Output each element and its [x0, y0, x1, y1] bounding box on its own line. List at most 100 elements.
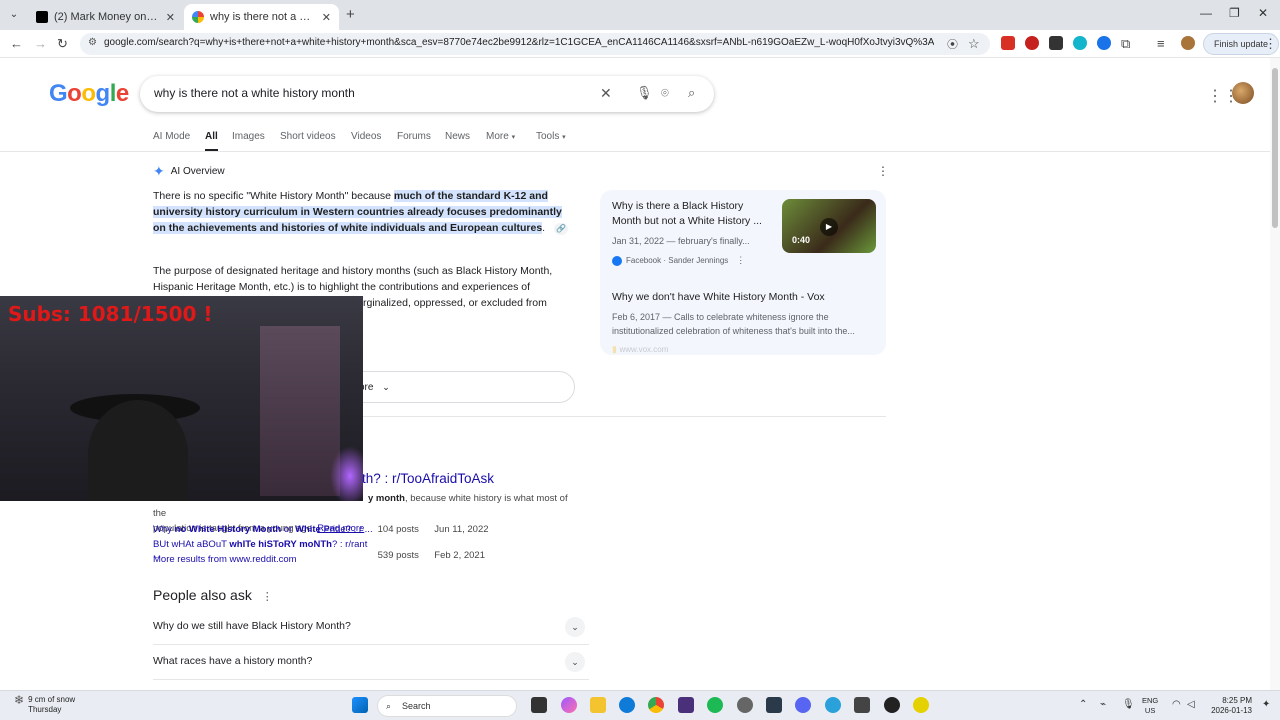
tab-videos[interactable]: Videos [351, 131, 381, 142]
link-text: Why [153, 524, 175, 535]
more-results-link[interactable]: More results from www.reddit.com [153, 554, 297, 565]
page-scrollbar[interactable] [1270, 58, 1280, 690]
video-thumbnail[interactable]: ▶ 0:40 [782, 199, 876, 253]
clear-search-icon[interactable]: ✕ [600, 85, 612, 102]
obs-icon[interactable] [884, 697, 900, 713]
volume-icon[interactable]: ◁ [1187, 699, 1195, 710]
close-tab-icon[interactable]: ✕ [322, 11, 331, 24]
task-view-icon[interactable] [531, 697, 547, 713]
tab-title: why is there not a white histor [210, 11, 316, 23]
back-arrow-icon[interactable]: ← [10, 36, 23, 51]
question-text: Why do we still have Black History Month… [153, 620, 351, 632]
app-icon[interactable] [766, 697, 782, 713]
wifi-icon[interactable]: ◠ [1172, 699, 1181, 710]
tab-forums[interactable]: Forums [397, 131, 431, 142]
source-meta: Jan 31, 2022 — february's finally... [612, 236, 750, 246]
tab-tools[interactable]: Tools ▾ [536, 131, 566, 142]
extension-icon[interactable] [1097, 36, 1111, 50]
facebook-icon [612, 255, 622, 266]
tab-news[interactable]: News [445, 131, 470, 142]
close-window-icon[interactable]: ✕ [1258, 6, 1268, 20]
browser-menu-icon[interactable]: ⋮ [1264, 36, 1277, 52]
reading-list-icon[interactable]: ≡ [1157, 36, 1165, 51]
restore-icon[interactable]: ❐ [1229, 6, 1240, 20]
more-options-icon[interactable]: ⋮ [877, 164, 889, 178]
post-date: Feb 2, 2021 [434, 550, 485, 561]
browser-tab-google[interactable]: why is there not a white histor ✕ [184, 4, 339, 30]
paa-question[interactable]: What races have a history month? ⌄ [153, 646, 589, 680]
spotify-icon[interactable] [707, 697, 723, 713]
puzzle-extensions-icon[interactable]: ⧉ [1121, 36, 1130, 52]
browser-tab-x[interactable]: (2) Mark Money on X: "Rare fo ✕ [28, 4, 183, 30]
taskbar-search[interactable]: ⌕ Search [377, 695, 517, 717]
file-explorer-icon[interactable] [590, 697, 606, 713]
microphone-icon[interactable]: 🎙 [1122, 699, 1135, 710]
microphone-icon[interactable]: 🎙 [636, 85, 653, 101]
tab-search-chevron-icon[interactable]: ⌄ [6, 7, 22, 23]
link-icon[interactable]: 🔗 [554, 223, 569, 235]
ai-overview-label: AI Overview [170, 166, 225, 177]
forward-arrow-icon[interactable]: → [34, 36, 47, 51]
source-site: Facebook · Sander Jennings ⋮ [612, 253, 745, 268]
settings-gear-icon[interactable] [737, 697, 753, 713]
telegram-icon[interactable] [825, 697, 841, 713]
app-icon[interactable] [913, 697, 929, 713]
paragraph-text: rginalized, oppressed, or excluded from [363, 297, 547, 309]
language-indicator[interactable]: ENG US [1142, 696, 1158, 716]
paa-question[interactable]: Why do we still have Black History Month… [153, 611, 589, 645]
search-label: Search [402, 701, 431, 711]
app-icon[interactable] [678, 697, 694, 713]
chevron-down-icon: ⌄ [565, 652, 585, 672]
extension-icon[interactable] [1001, 36, 1015, 50]
edge-icon[interactable] [619, 697, 635, 713]
more-options-icon[interactable]: ⋮ [262, 591, 273, 603]
snow-icon: ❄ [14, 693, 25, 707]
source-name: www.vox.com [619, 345, 669, 354]
network-icon[interactable]: ⌁ [1100, 699, 1106, 710]
snipping-tool-icon[interactable] [854, 697, 870, 713]
video-duration: 0:40 [792, 235, 811, 245]
search-box[interactable]: why is there not a white history month ✕… [140, 76, 714, 112]
result-title-link[interactable]: th? : r/TooAfraidToAsk [362, 471, 494, 486]
extension-icon[interactable] [1049, 36, 1063, 50]
new-tab-button[interactable]: + [346, 6, 355, 23]
paragraph-text: There is no specific "White History Mont… [153, 190, 394, 202]
weather-widget[interactable]: ❄ 9 cm of snow Thursday [14, 693, 75, 715]
bookmark-star-icon[interactable]: ☆ [968, 36, 980, 52]
ai-overview-header: ✦ AI Overview [153, 163, 225, 180]
location-pin-icon[interactable]: ⦿ [947, 36, 958, 52]
lens-camera-icon[interactable]: ⌾ [661, 85, 669, 101]
tab-short-videos[interactable]: Short videos [280, 131, 336, 142]
more-options-icon[interactable]: ⋮ [736, 255, 745, 265]
search-query[interactable]: why is there not a white history month [154, 86, 355, 100]
tab-more[interactable]: More ▾ [486, 131, 515, 142]
system-clock[interactable]: 8:25 PM 2026-01-13 [1208, 696, 1252, 716]
account-avatar[interactable] [1232, 82, 1254, 104]
close-tab-icon[interactable]: ✕ [166, 11, 175, 24]
ai-overview-sources: Why is there a Black History Month but n… [600, 190, 886, 355]
source-title[interactable]: Why is there a Black History Month but n… [612, 199, 774, 229]
copilot-icon[interactable] [561, 697, 577, 713]
google-logo[interactable]: Google [49, 80, 129, 108]
address-bar[interactable]: ⚙ google.com/search?q=why+is+there+not+a… [80, 33, 990, 55]
paragraph-text: . [542, 222, 546, 234]
notifications-icon[interactable]: ✦ [1262, 699, 1270, 710]
windows-start-icon[interactable] [352, 697, 368, 713]
source-title[interactable]: Why we don't have White History Month - … [612, 290, 874, 305]
tab-images[interactable]: Images [232, 131, 265, 142]
tray-chevron-up-icon[interactable]: ⌃ [1079, 699, 1087, 710]
scrollbar-thumb[interactable] [1272, 68, 1278, 228]
site-info-icon[interactable]: ⚙ [88, 37, 97, 48]
tab-all[interactable]: All [205, 131, 218, 151]
profile-avatar-icon[interactable] [1181, 36, 1195, 50]
extension-icon[interactable] [1025, 36, 1039, 50]
extension-icon[interactable] [1073, 36, 1087, 50]
show-more-button[interactable]: ore ⌄ [330, 371, 575, 403]
sub-result-link[interactable]: Why no White History Month or White Prid… [153, 524, 375, 535]
minimize-icon[interactable]: — [1200, 6, 1212, 20]
reload-icon[interactable]: ↻ [57, 36, 68, 52]
discord-icon[interactable] [795, 697, 811, 713]
tab-ai-mode[interactable]: AI Mode [153, 131, 190, 142]
chrome-icon[interactable] [648, 697, 664, 713]
search-icon[interactable]: ⌕ [688, 85, 695, 101]
